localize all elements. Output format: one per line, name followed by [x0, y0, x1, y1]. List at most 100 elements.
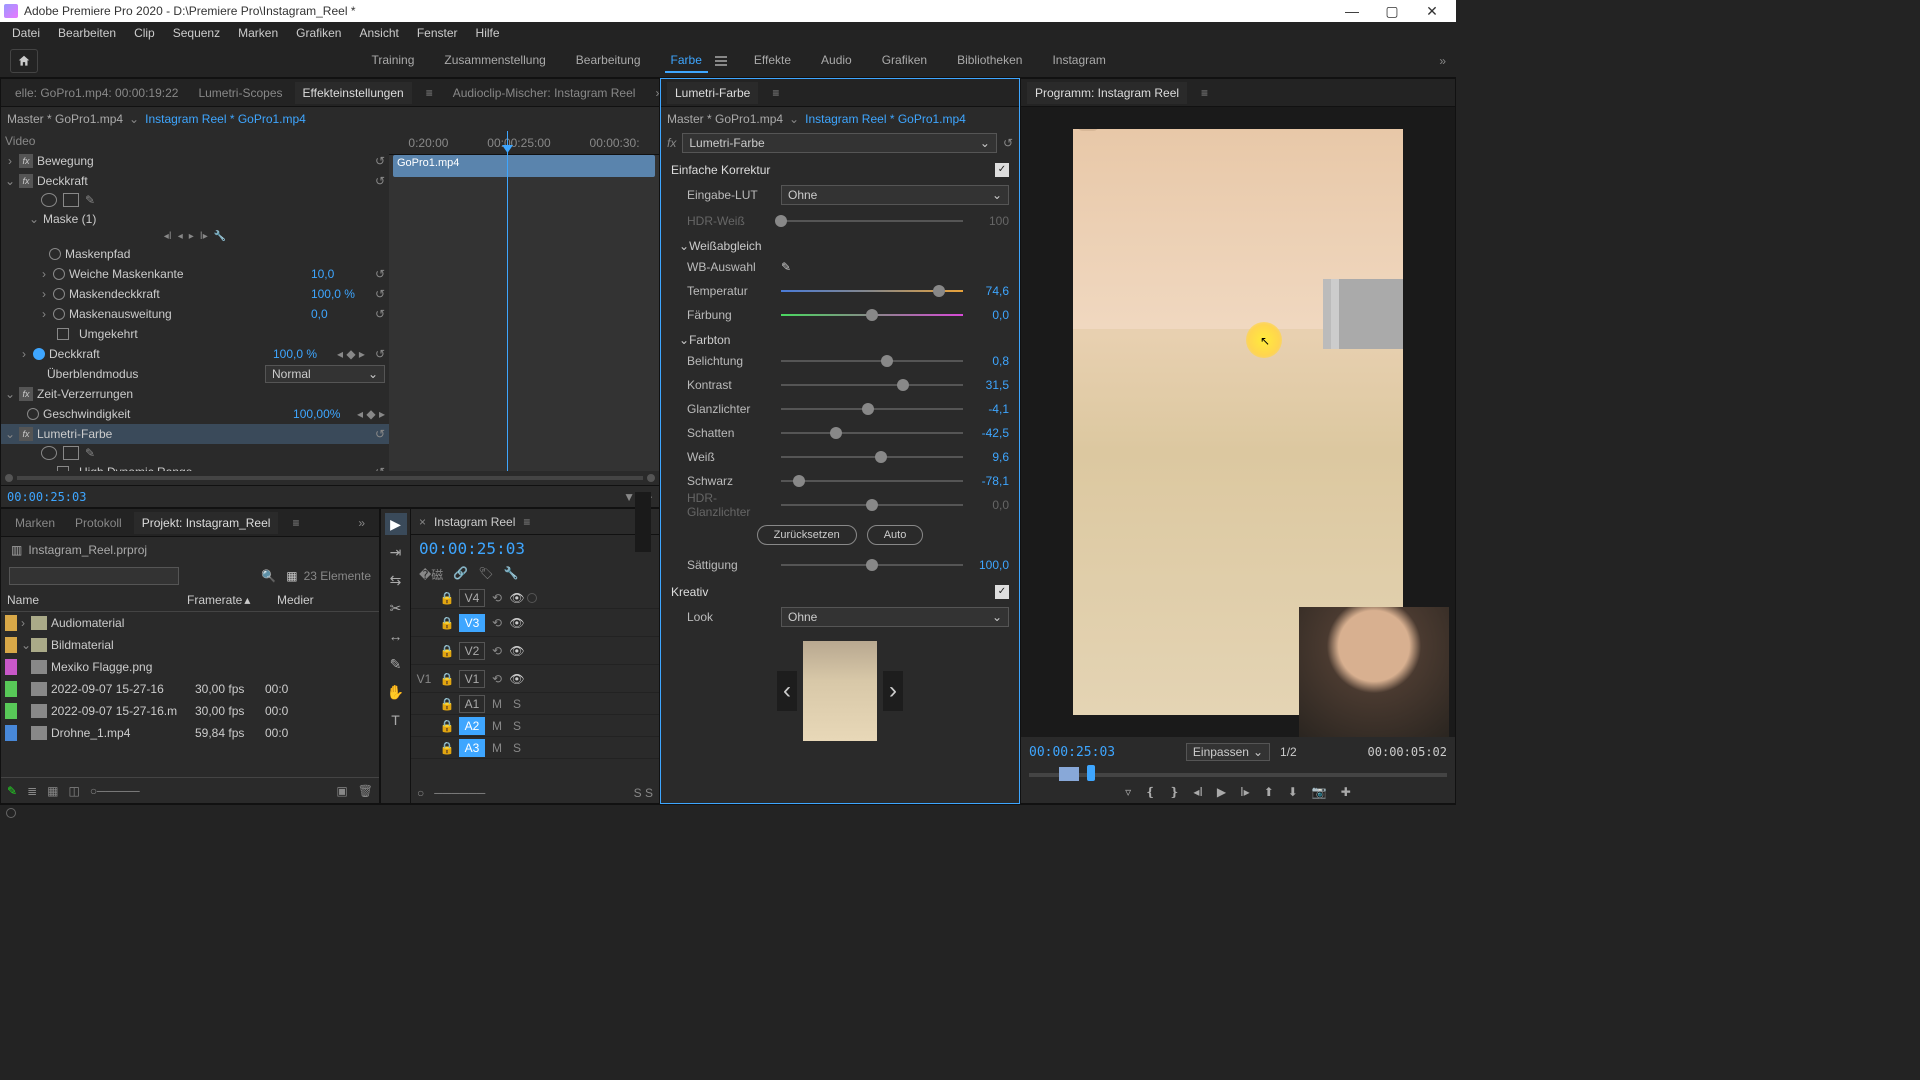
val-maskenausweitung[interactable]: 0,0: [311, 307, 371, 321]
checkbox-creative[interactable]: ✓: [995, 585, 1009, 599]
keyframe-nav[interactable]: ◂ ◆ ▸: [357, 407, 385, 421]
freeform-view-icon[interactable]: ◫: [68, 784, 79, 798]
track-prev-icon[interactable]: ◂: [178, 231, 183, 242]
effect-timeline[interactable]: 0:20:00 00:00:25:00 00:00:30: GoPro1.mp4: [389, 131, 659, 471]
val-weiche-kante[interactable]: 10,0: [311, 267, 371, 281]
zoom-out-icon[interactable]: ○: [417, 786, 424, 800]
col-name[interactable]: Name: [7, 593, 187, 607]
project-item[interactable]: Mexiko Flagge.png: [1, 656, 379, 678]
lock-icon[interactable]: 🔒: [439, 740, 455, 756]
ellipse-mask-icon[interactable]: [41, 446, 57, 460]
src-patch-a3[interactable]: A3: [459, 739, 485, 757]
section-basic[interactable]: Einfache Korrektur ✓: [671, 155, 1009, 181]
stopwatch-icon[interactable]: [53, 308, 65, 320]
rect-mask-icon[interactable]: [63, 193, 79, 207]
link-icon[interactable]: 🔗: [453, 566, 468, 583]
in-point-icon[interactable]: ❴: [1145, 785, 1155, 799]
selection-tool-icon[interactable]: ▶: [385, 513, 407, 535]
menu-bearbeiten[interactable]: Bearbeiten: [50, 24, 124, 42]
tab-audio-mixer[interactable]: Audioclip-Mischer: Instagram Reel: [445, 82, 644, 104]
prop-maskendeckkraft[interactable]: Maskendeckkraft: [69, 287, 307, 301]
label-color[interactable]: [5, 725, 17, 741]
step-fwd-icon[interactable]: Ⅰ▸: [1240, 785, 1250, 799]
val-geschw[interactable]: 100,00%: [293, 407, 353, 421]
new-item-icon[interactable]: ▣: [336, 784, 347, 798]
sync-lock-icon[interactable]: ⟲: [489, 590, 505, 606]
eye-icon[interactable]: 👁: [509, 643, 525, 659]
checkbox-umgekehrt[interactable]: [57, 328, 69, 340]
slider-shadows[interactable]: [781, 432, 963, 434]
ws-bearbeitung[interactable]: Bearbeitung: [570, 49, 647, 73]
marker-icon[interactable]: 🏷: [478, 566, 493, 583]
type-tool-icon[interactable]: T: [385, 709, 407, 731]
eye-icon[interactable]: 👁: [509, 590, 525, 606]
val-tint[interactable]: 0,0: [971, 308, 1009, 322]
val-highlights[interactable]: -4,1: [971, 402, 1009, 416]
timeline-timecode[interactable]: 00:00:25:03: [419, 539, 525, 558]
menu-marken[interactable]: Marken: [230, 24, 286, 42]
reset-icon[interactable]: ↺: [375, 307, 385, 321]
val-maskendeckkraft[interactable]: 100,0 %: [311, 287, 371, 301]
tab-ec-menu-icon[interactable]: ≡: [418, 82, 441, 104]
playhead[interactable]: [507, 131, 508, 471]
eye-icon[interactable]: 👁: [509, 671, 525, 687]
ec-timecode[interactable]: 00:00:25:03: [7, 490, 86, 504]
new-bin-icon[interactable]: ▦: [286, 569, 297, 583]
slider-tint[interactable]: [781, 314, 963, 316]
twisty-icon[interactable]: ⌄: [29, 212, 39, 226]
ws-zusammenstellung[interactable]: Zusammenstellung: [438, 49, 551, 73]
reset-icon[interactable]: ↺: [375, 174, 385, 188]
src-patch-v2[interactable]: V2: [459, 642, 485, 660]
tab-lumetri[interactable]: Lumetri-Farbe: [667, 82, 758, 104]
menu-clip[interactable]: Clip: [126, 24, 163, 42]
project-list[interactable]: › Audiomaterial ⌄ Bildmaterial Mexiko Fl…: [1, 612, 379, 777]
blend-dropdown[interactable]: Normal⌄: [265, 365, 385, 383]
tab-effect-controls[interactable]: Effekteinstellungen: [295, 82, 412, 104]
prop-deckkraft2[interactable]: Deckkraft: [49, 347, 269, 361]
lock-icon[interactable]: 🔒: [439, 718, 455, 734]
slider-contrast[interactable]: [781, 384, 963, 386]
list-view-icon[interactable]: ≣: [27, 784, 37, 798]
ws-overflow[interactable]: »: [1439, 54, 1446, 68]
lift-icon[interactable]: ⬆: [1264, 785, 1274, 799]
prop-weiche-kante[interactable]: Weiche Maskenkante: [69, 267, 307, 281]
val-deckkraft2[interactable]: 100,0 %: [273, 347, 333, 361]
subhead-tone[interactable]: ⌄Farbton: [671, 327, 1009, 349]
twisty-icon[interactable]: ⌄: [21, 638, 31, 652]
reset-icon[interactable]: ↺: [1003, 136, 1013, 150]
chevron-down-icon[interactable]: ⌄: [129, 112, 139, 126]
ec-time-ruler[interactable]: 0:20:00 00:00:25:00 00:00:30:: [389, 131, 659, 155]
prop-maske[interactable]: Maske (1): [43, 212, 385, 226]
twisty-icon[interactable]: ›: [5, 154, 15, 168]
col-media[interactable]: Medier: [277, 593, 314, 607]
rec-icon[interactable]: ✎: [7, 784, 17, 798]
panel-menu-icon[interactable]: ≡: [284, 512, 307, 534]
fx-badge[interactable]: fx: [19, 387, 33, 401]
fx-badge[interactable]: fx: [19, 174, 33, 188]
stopwatch-icon[interactable]: [49, 248, 61, 260]
settings-icon[interactable]: 🔧: [504, 566, 519, 583]
stopwatch-icon[interactable]: [33, 348, 45, 360]
extract-icon[interactable]: ⬇: [1288, 785, 1298, 799]
subhead-wb[interactable]: ⌄Weißabgleich: [671, 233, 1009, 255]
prop-bewegung[interactable]: Bewegung: [37, 154, 371, 168]
slider-temp[interactable]: [781, 290, 963, 292]
prop-geschw[interactable]: Geschwindigkeit: [43, 407, 289, 421]
label-color[interactable]: [5, 703, 17, 719]
look-prev-button[interactable]: ‹: [777, 671, 797, 711]
twisty-icon[interactable]: ›: [19, 347, 29, 361]
mute-button[interactable]: M: [489, 696, 505, 712]
mute-button[interactable]: M: [489, 718, 505, 734]
val-shadows[interactable]: -42,5: [971, 426, 1009, 440]
zoom-level[interactable]: 1/2: [1280, 745, 1297, 759]
project-item[interactable]: Drohne_1.mp4 59,84 fps 00:0: [1, 722, 379, 744]
solo-button[interactable]: S: [509, 740, 525, 756]
menu-grafiken[interactable]: Grafiken: [288, 24, 349, 42]
timeline-sequence-name[interactable]: Instagram Reel: [434, 515, 515, 529]
col-framerate[interactable]: Framerate▴: [187, 593, 277, 607]
menu-datei[interactable]: Datei: [4, 24, 48, 42]
twisty-icon[interactable]: ⌄: [5, 174, 15, 188]
lock-icon[interactable]: 🔒: [439, 671, 455, 687]
look-next-button[interactable]: ›: [883, 671, 903, 711]
solo-button[interactable]: S: [509, 696, 525, 712]
